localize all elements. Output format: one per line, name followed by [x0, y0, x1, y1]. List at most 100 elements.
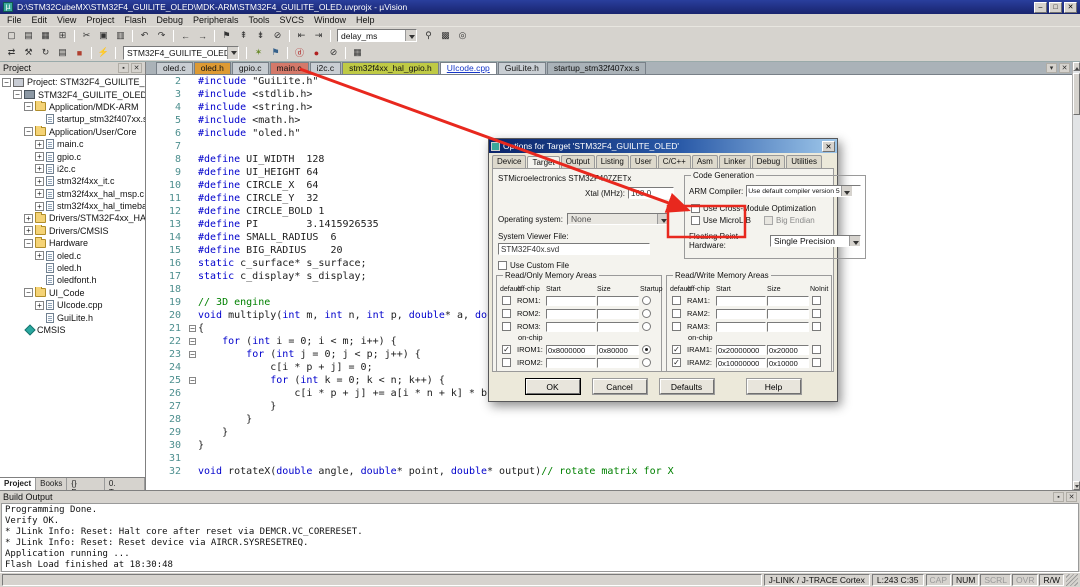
- code-line[interactable]: 29 }: [146, 426, 1072, 439]
- menu-item-flash[interactable]: Flash: [119, 15, 151, 25]
- tree-item[interactable]: +oled.c: [0, 249, 145, 261]
- ok-button[interactable]: OK: [526, 379, 580, 394]
- navigate-forward-icon[interactable]: →: [195, 29, 210, 43]
- dialog-tab-debug[interactable]: Debug: [752, 155, 786, 168]
- undo-icon[interactable]: ↶: [137, 29, 152, 43]
- scrollbar-thumb[interactable]: [1073, 73, 1080, 115]
- start-field[interactable]: 0x8000000: [546, 345, 596, 355]
- expand-icon[interactable]: +: [35, 152, 44, 161]
- default-checkbox[interactable]: ✓: [672, 345, 681, 354]
- size-field[interactable]: [597, 296, 639, 306]
- arm-compiler-dropdown-icon[interactable]: [841, 186, 852, 196]
- start-field[interactable]: [546, 309, 596, 319]
- navigate-back-icon[interactable]: ←: [178, 29, 193, 43]
- code-line[interactable]: 2#include "GuiLite.h": [146, 75, 1072, 88]
- menu-item-window[interactable]: Window: [309, 15, 351, 25]
- default-checkbox[interactable]: [502, 309, 511, 318]
- find-dropdown-icon[interactable]: [405, 30, 416, 41]
- os-select[interactable]: None: [567, 213, 669, 225]
- bookmark-icon[interactable]: ⚑: [219, 29, 234, 43]
- tab-list-dropdown-icon[interactable]: ▾: [1046, 63, 1057, 73]
- menu-item-project[interactable]: Project: [81, 15, 119, 25]
- pin-icon[interactable]: ▪: [118, 63, 129, 73]
- code-line[interactable]: 28 }: [146, 413, 1072, 426]
- panel-tab-project[interactable]: Project: [0, 478, 36, 490]
- use-custom-file-checkbox[interactable]: [498, 261, 507, 270]
- scroll-up-button[interactable]: [1073, 62, 1080, 71]
- startup-radio[interactable]: [642, 322, 651, 331]
- next-bookmark-icon[interactable]: ⇟: [253, 29, 268, 43]
- dialog-close-button[interactable]: ✕: [822, 141, 835, 152]
- start-field[interactable]: [546, 358, 596, 368]
- tree-item[interactable]: CMSIS: [0, 324, 145, 336]
- tree-item[interactable]: +gpio.c: [0, 150, 145, 162]
- rebuild-icon[interactable]: ↻: [38, 46, 53, 60]
- tree-item[interactable]: −Application/User/Core: [0, 126, 145, 138]
- menu-item-peripherals[interactable]: Peripherals: [188, 15, 244, 25]
- indent-icon[interactable]: ⇥: [311, 29, 326, 43]
- tree-item[interactable]: −Application/MDK-ARM: [0, 101, 145, 113]
- editor-tab-stm32f4xx-hal-gpio-h[interactable]: stm32f4xx_hal_gpio.h: [342, 62, 439, 74]
- collapse-icon[interactable]: −: [24, 239, 33, 248]
- close-button[interactable]: ✕: [1064, 2, 1077, 13]
- cut-icon[interactable]: ✂: [79, 29, 94, 43]
- tree-item[interactable]: +Drivers/STM32F4xx_HAL_Dri...: [0, 212, 145, 224]
- tree-item[interactable]: oled.h: [0, 262, 145, 274]
- menu-item-help[interactable]: Help: [351, 15, 380, 25]
- insert-breakpoint-icon[interactable]: ●: [309, 46, 324, 60]
- minimize-button[interactable]: –: [1034, 2, 1047, 13]
- size-field[interactable]: 0x80000: [597, 345, 639, 355]
- dialog-tab-asm[interactable]: Asm: [692, 155, 718, 168]
- expand-icon[interactable]: +: [35, 189, 44, 198]
- menu-item-file[interactable]: File: [2, 15, 27, 25]
- start-debug-session-icon[interactable]: ⓓ: [292, 46, 307, 60]
- tree-item[interactable]: startup_stm32f407xx.s: [0, 113, 145, 125]
- fold-collapse-icon[interactable]: −: [189, 377, 196, 384]
- editor-tab-oled-h[interactable]: oled.h: [194, 62, 231, 74]
- cancel-button[interactable]: Cancel: [593, 379, 647, 394]
- collapse-icon[interactable]: −: [24, 288, 33, 297]
- tree-item[interactable]: +i2c.c: [0, 163, 145, 175]
- expand-icon[interactable]: +: [24, 226, 33, 235]
- close-panel-icon[interactable]: ✕: [131, 63, 142, 73]
- unindent-icon[interactable]: ⇤: [294, 29, 309, 43]
- size-field[interactable]: [597, 358, 639, 368]
- noinit-checkbox[interactable]: [812, 322, 821, 331]
- menu-item-svcs[interactable]: SVCS: [275, 15, 310, 25]
- pin-icon[interactable]: ▪: [1053, 492, 1064, 502]
- big-endian-checkbox[interactable]: [764, 216, 773, 225]
- tree-item[interactable]: +Drivers/CMSIS: [0, 225, 145, 237]
- stop-build-icon[interactable]: ■: [72, 46, 87, 60]
- window-layout-icon[interactable]: ▦: [350, 46, 365, 60]
- dialog-tab-output[interactable]: Output: [561, 155, 595, 168]
- target-select[interactable]: STM32F4_GUILITE_OLED: [123, 46, 239, 60]
- editor-tab-guilite-h[interactable]: GuiLite.h: [498, 62, 546, 74]
- clear-bookmarks-icon[interactable]: ⊘: [270, 29, 285, 43]
- default-checkbox[interactable]: ✓: [672, 358, 681, 367]
- start-field[interactable]: [716, 296, 766, 306]
- save-icon[interactable]: ▦: [38, 29, 53, 43]
- menu-item-debug[interactable]: Debug: [151, 15, 188, 25]
- startup-radio[interactable]: [642, 358, 651, 367]
- tree-item[interactable]: GuiLite.h: [0, 311, 145, 323]
- code-line[interactable]: 5#include <math.h>: [146, 114, 1072, 127]
- menu-item-view[interactable]: View: [52, 15, 81, 25]
- code-line[interactable]: 4#include <string.h>: [146, 101, 1072, 114]
- panel-tab-0-temp[interactable]: 0. Temp...: [105, 478, 145, 490]
- noinit-checkbox[interactable]: [812, 309, 821, 318]
- code-line[interactable]: 30}: [146, 439, 1072, 452]
- tree-item[interactable]: +stm32f4xx_it.c: [0, 175, 145, 187]
- expand-icon[interactable]: +: [24, 214, 33, 223]
- goto-icon[interactable]: ◎: [455, 29, 470, 43]
- expand-icon[interactable]: +: [35, 140, 44, 149]
- collapse-icon[interactable]: −: [13, 90, 22, 99]
- target-name[interactable]: STM32F4_GUILITE_OLED: [124, 48, 227, 58]
- disable-breakpoints-icon[interactable]: ⊘: [326, 46, 341, 60]
- fold-collapse-icon[interactable]: −: [189, 351, 196, 358]
- target-dropdown-icon[interactable]: [227, 47, 238, 59]
- size-field[interactable]: 0x10000: [767, 358, 809, 368]
- expand-icon[interactable]: +: [35, 202, 44, 211]
- close-panel-icon[interactable]: ✕: [1066, 492, 1077, 502]
- redo-icon[interactable]: ↷: [154, 29, 169, 43]
- options-for-target-icon[interactable]: ✶: [251, 46, 266, 60]
